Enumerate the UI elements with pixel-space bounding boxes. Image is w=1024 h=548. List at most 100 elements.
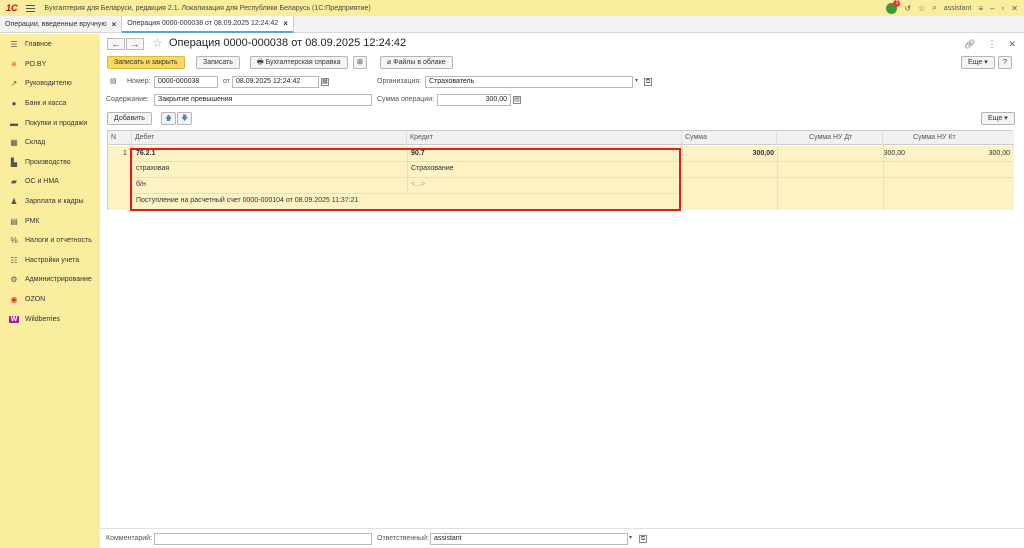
back-button[interactable]: ← <box>107 38 125 50</box>
operation-sum-field[interactable]: 300,00 <box>437 94 511 106</box>
responsible-field[interactable]: assistant <box>430 533 628 545</box>
ozon-icon: ◉ <box>10 295 18 305</box>
table-header: N Дебет Кредит Сумма Сумма НУ Дт Сумма Н… <box>108 131 1014 145</box>
responsible-label: Ответственный: <box>377 535 429 542</box>
sidebar-item-bank[interactable]: ● Банк и касса <box>0 94 100 114</box>
table-more-button[interactable]: Еще ▾ <box>981 112 1015 125</box>
factory-icon: ▙ <box>10 157 18 167</box>
save-and-close-button[interactable]: Записать и закрыть <box>107 56 185 69</box>
tab-operation[interactable]: Операция 0000-000038 от 08.09.2025 12:24… <box>122 16 294 33</box>
more-button[interactable]: Еще ▾ <box>961 56 995 69</box>
history-icon[interactable]: ↺ <box>904 4 911 13</box>
column-sum[interactable]: Сумма <box>682 131 777 145</box>
organization-open-icon[interactable]: ⧉ <box>644 78 652 86</box>
button-label: Бухгалтерская справка <box>265 59 341 66</box>
sidebar-item-label: Банк и касса <box>25 100 67 108</box>
sidebar-item-wildberries[interactable]: W Wildberries <box>0 309 100 329</box>
favorite-star-icon[interactable]: ☆ <box>152 36 163 50</box>
sidebar-item-label: Настройки учета <box>25 256 80 264</box>
close-form-icon[interactable]: ✕ <box>1008 39 1016 50</box>
open-tabs: Операции, введенные вручную × Операция 00… <box>0 16 1024 33</box>
comment-field[interactable] <box>154 533 372 545</box>
minimize-icon[interactable]: – <box>990 4 994 13</box>
responsible-dropdown-icon[interactable]: ▾ <box>629 534 632 541</box>
date-label: от <box>223 78 230 85</box>
sidebar-item-label: Администрирование <box>25 276 92 284</box>
title-bar: 1С Бухгалтерия для Беларуси, редакция 2.… <box>0 0 1024 16</box>
calendar-icon[interactable]: ▦ <box>321 78 329 86</box>
sidebar-item-taxes[interactable]: % Налоги и отчетность <box>0 231 100 251</box>
settings-menu-icon[interactable]: ≡ <box>978 4 983 13</box>
column-credit[interactable]: Кредит <box>407 131 682 145</box>
notifications-icon[interactable]: 1 <box>886 0 901 14</box>
wildberries-icon: W <box>9 315 19 323</box>
sidebar-item-label: Склад <box>25 139 46 147</box>
sidebar-item-main[interactable]: ☰ Главное <box>0 35 100 55</box>
menu-icon[interactable] <box>25 4 35 12</box>
help-button[interactable]: ? <box>998 56 1012 69</box>
sidebar-item-warehouse[interactable]: ▦ Склад <box>0 133 100 153</box>
column-debit[interactable]: Дебет <box>132 131 407 145</box>
sidebar-item-label: ОС и НМА <box>25 178 59 186</box>
add-row-button[interactable]: Добавить <box>107 112 152 125</box>
user-name[interactable]: assistant <box>944 5 972 12</box>
tab-manual-operations[interactable]: Операции, введенные вручную × <box>0 16 123 33</box>
sidebar-item-label: РО.BY <box>25 60 47 68</box>
structure-button[interactable]: ⊞ <box>353 56 367 69</box>
sidebar-item-fixed-assets[interactable]: ▰ ОС и НМА <box>0 172 100 192</box>
close-icon[interactable]: ✕ <box>1011 4 1018 13</box>
content-field[interactable]: Закрытие превышения <box>154 94 372 106</box>
sidebar-item-label: Зарплата и кадры <box>25 198 84 206</box>
link-icon[interactable]: 🔗︎ <box>964 39 975 50</box>
comment-label: Комментарий: <box>106 535 153 542</box>
title-bar-tools: 1 ↺ ☆ ⌕ assistant ≡ – ▫ ✕ <box>886 0 1018 16</box>
files-in-cloud-button[interactable]: ⌀ Файлы в облаке <box>380 56 453 69</box>
cart-icon: ▬ <box>10 118 18 128</box>
sum-nu-kt-value[interactable]: 300,00 <box>883 150 1010 157</box>
sidebar-item-purchases[interactable]: ▬ Покупки и продажи <box>0 113 100 133</box>
sum-value[interactable]: 300,00 <box>682 150 774 157</box>
sidebar-item-rmk[interactable]: ▤ РМК <box>0 211 100 231</box>
button-label: Еще <box>968 59 983 66</box>
responsible-open-icon[interactable]: ⧉ <box>639 535 647 543</box>
sidebar-item-manager[interactable]: ↗ Руководителю <box>0 74 100 94</box>
gear-icon: ⚙ <box>10 275 18 285</box>
save-button[interactable]: Записать <box>196 56 240 69</box>
tab-label: Операция 0000-000038 от 08.09.2025 12:24… <box>127 20 279 27</box>
move-up-button[interactable]: 🡅 <box>161 112 177 125</box>
calculator-icon[interactable]: ▤ <box>513 96 521 104</box>
organization-label: Организация: <box>377 78 422 85</box>
close-tab-icon[interactable]: × <box>112 20 117 29</box>
close-tab-icon[interactable]: × <box>283 19 288 28</box>
button-label: Файлы в облаке <box>393 59 446 66</box>
sidebar-item-accounting-settings[interactable]: ☷ Настройки учета <box>0 251 100 271</box>
sidebar-item-production[interactable]: ▙ Производство <box>0 153 100 173</box>
sidebar: ☰ Главное ✳ РО.BY ↗ Руководителю ● Банк и ка… <box>0 34 100 548</box>
sidebar-item-label: РМК <box>25 217 40 225</box>
percent-icon: % <box>10 236 18 246</box>
move-down-button[interactable]: 🡇 <box>177 112 193 125</box>
warehouse-icon: ▦ <box>10 138 18 148</box>
column-sum-nu-kt[interactable]: Сумма НУ Кт <box>883 131 1014 145</box>
forward-button[interactable]: → <box>126 38 144 50</box>
sidebar-item-salary[interactable]: ♟ Зарплата и кадры <box>0 192 100 212</box>
accounting-reference-button[interactable]: 🖶︎ Бухгалтерская справка <box>250 56 348 69</box>
search-icon[interactable]: ⌕ <box>932 3 936 13</box>
date-field[interactable]: 08.09.2025 12:24:42 <box>232 76 319 88</box>
number-field[interactable]: 0000-000038 <box>154 76 218 88</box>
sidebar-item-administration[interactable]: ⚙ Администрирование <box>0 270 100 290</box>
register-icon: ▤ <box>10 216 18 226</box>
column-n[interactable]: N <box>108 131 132 145</box>
app-logo: 1С <box>6 3 18 13</box>
organization-dropdown-icon[interactable]: ▾ <box>635 77 638 84</box>
form-footer: Комментарий: Ответственный: assistant ▾ … <box>100 528 1024 548</box>
favorites-icon[interactable]: ☆ <box>918 4 925 13</box>
column-sum-nu-dt[interactable]: Сумма НУ Дт <box>777 131 883 145</box>
sidebar-item-ro-by[interactable]: ✳ РО.BY <box>0 55 100 75</box>
sidebar-item-ozon[interactable]: ◉ OZON <box>0 290 100 310</box>
document-form: ← → ☆ Операция 0000-000038 от 08.09.2025… <box>100 34 1024 548</box>
organization-field[interactable]: Страхователь <box>425 76 633 88</box>
restore-icon[interactable]: ▫ <box>1001 4 1004 13</box>
sidebar-item-label: OZON <box>25 296 46 304</box>
more-actions-icon[interactable]: ⋮ <box>987 39 996 50</box>
